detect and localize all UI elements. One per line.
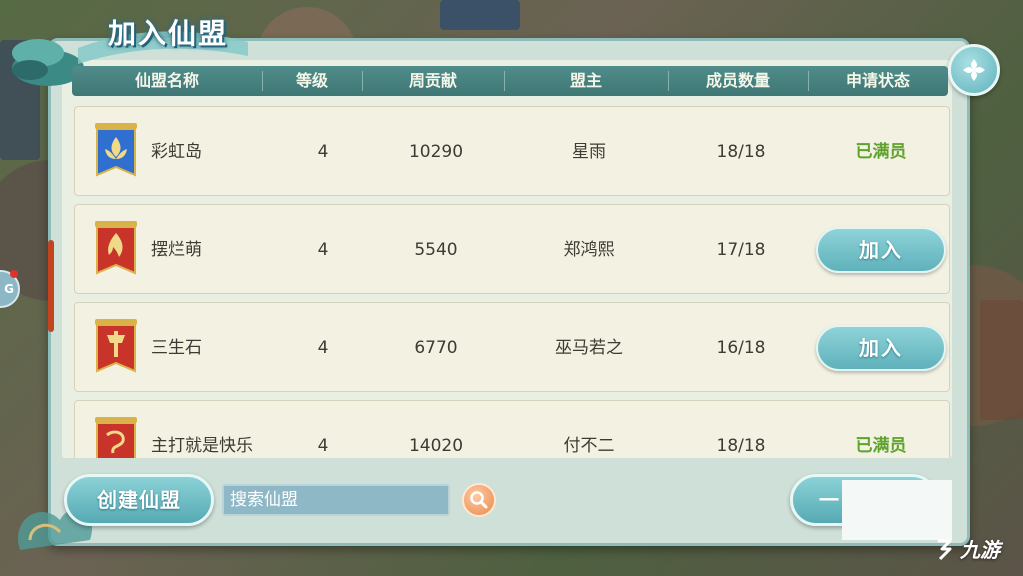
header-weekly-contribution: 周贡献 bbox=[408, 71, 457, 90]
guild-level: 4 bbox=[317, 338, 329, 358]
create-alliance-button[interactable]: 创建仙盟 bbox=[64, 474, 214, 526]
guild-flag-icon bbox=[95, 123, 137, 177]
status-full-label: 已满员 bbox=[855, 142, 907, 162]
guild-flag-icon bbox=[95, 319, 137, 373]
guild-flag-icon bbox=[95, 221, 137, 275]
guild-name: 彩虹岛 bbox=[151, 142, 202, 162]
search-button[interactable] bbox=[462, 483, 496, 517]
search-icon bbox=[470, 491, 488, 509]
overlay-patch bbox=[842, 480, 952, 540]
guild-leader: 巫马若之 bbox=[555, 338, 623, 358]
page-title: 加入仙盟 bbox=[108, 17, 229, 50]
scrollbar[interactable] bbox=[48, 240, 54, 332]
close-icon bbox=[963, 59, 985, 81]
guild-name: 摆烂萌 bbox=[151, 240, 202, 260]
watermark-logo-icon bbox=[938, 539, 952, 560]
table-header: 仙盟名称 等级 周贡献 盟主 成员数量 申请状态 bbox=[72, 66, 948, 96]
guild-leader: 郑鸿熙 bbox=[563, 240, 615, 260]
guild-level: 4 bbox=[317, 142, 329, 162]
guild-members: 17/18 bbox=[716, 240, 766, 260]
guild-weekly-contribution: 5540 bbox=[414, 240, 458, 260]
table-row[interactable]: 摆烂萌 4 5540 郑鸿熙 17/18 加入 bbox=[74, 204, 950, 294]
search-input[interactable]: 搜索仙盟 bbox=[222, 484, 450, 516]
guild-level: 4 bbox=[317, 240, 329, 260]
header-name: 仙盟名称 bbox=[134, 71, 199, 90]
guild-members: 18/18 bbox=[716, 142, 766, 162]
guild-weekly-contribution: 10290 bbox=[408, 142, 464, 162]
header-leader: 盟主 bbox=[569, 71, 602, 90]
close-button[interactable] bbox=[948, 44, 1000, 96]
header-status: 申请状态 bbox=[845, 71, 910, 90]
notification-dot bbox=[10, 270, 18, 278]
header-members: 成员数量 bbox=[705, 71, 770, 90]
guild-members: 16/18 bbox=[716, 338, 766, 358]
table-row[interactable]: 彩虹岛 4 10290 星雨 18/18 已满员 bbox=[74, 106, 950, 196]
join-button[interactable]: 加入 bbox=[816, 325, 946, 371]
guild-weekly-contribution: 6770 bbox=[414, 338, 458, 358]
join-button[interactable]: 加入 bbox=[816, 227, 946, 273]
header-level: 等级 bbox=[295, 71, 328, 90]
guild-name: 三生石 bbox=[151, 338, 202, 358]
watermark: 九游 bbox=[932, 534, 1000, 563]
table-row[interactable]: 三生石 4 6770 巫马若之 16/18 加入 bbox=[74, 302, 950, 392]
guild-leader: 星雨 bbox=[572, 142, 606, 162]
